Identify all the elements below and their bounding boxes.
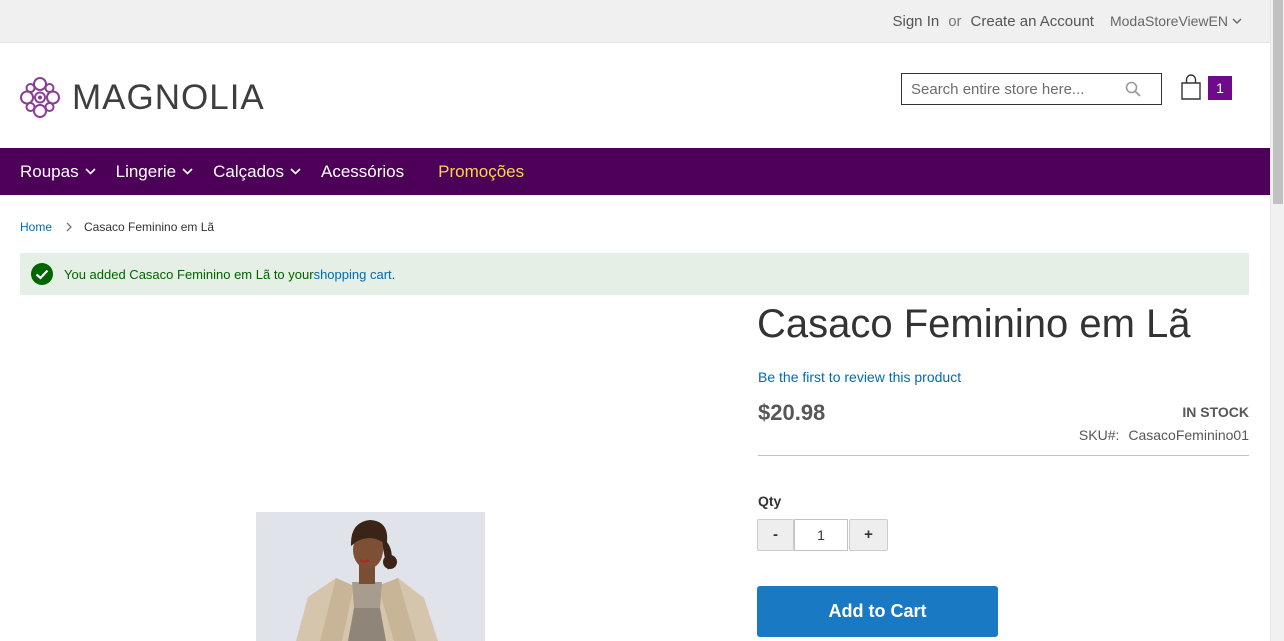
top-bar: Sign In or Create an Account ModaStoreVi… <box>0 0 1270 43</box>
qty-input[interactable] <box>794 519 848 551</box>
breadcrumb: Home Casaco Feminino em Lã <box>20 220 214 234</box>
product-image[interactable] <box>256 512 485 641</box>
nav-item-label: Promoções <box>438 161 525 181</box>
nav-item-roupas[interactable]: Roupas <box>20 162 96 182</box>
divider <box>758 455 1249 456</box>
shopping-bag-icon[interactable] <box>1180 74 1202 100</box>
nav-item-calcados[interactable]: Calçados <box>213 162 301 182</box>
magnolia-logo-icon <box>20 77 60 118</box>
chevron-down-icon <box>85 168 96 175</box>
nav-item-label: Acessórios <box>320 161 405 181</box>
check-circle-icon <box>31 263 53 285</box>
success-message: You added Casaco Feminino em Lã to your … <box>20 253 1249 295</box>
shopping-cart-link[interactable]: shopping cart <box>314 267 392 282</box>
nav-item-label: Roupas <box>20 161 79 181</box>
store-switcher-label: ModaStoreViewEN <box>1109 13 1228 29</box>
qty-label: Qty <box>758 493 782 509</box>
chevron-right-icon <box>66 222 72 232</box>
header-links: Sign In or Create an Account ModaStoreVi… <box>893 0 1243 42</box>
sign-in-link[interactable]: Sign In <box>893 13 940 30</box>
main-navigation: Roupas Lingerie Calçados Acessórios Prom… <box>0 148 1270 195</box>
search-input[interactable] <box>911 74 1121 104</box>
store-switcher[interactable]: ModaStoreViewEN <box>1110 13 1242 29</box>
cart-count-badge[interactable]: 1 <box>1208 76 1232 100</box>
nav-item-label: Lingerie <box>115 161 177 181</box>
chevron-down-icon <box>182 168 193 175</box>
product-price: $20.98 <box>758 400 826 425</box>
nav-item-acessorios[interactable]: Acessórios <box>321 162 404 182</box>
sku-value: CasacoFeminino01 <box>1128 427 1249 443</box>
product-title: Casaco Feminino em Lã <box>757 302 1191 346</box>
success-message-suffix: . <box>391 266 396 282</box>
search-box <box>901 73 1162 105</box>
search-icon[interactable] <box>1125 81 1141 97</box>
sku-label: SKU#: <box>1078 427 1120 443</box>
page-scrollbar[interactable] <box>1270 0 1284 641</box>
or-separator: or <box>948 12 962 30</box>
nav-item-lingerie[interactable]: Lingerie <box>116 162 194 182</box>
logo[interactable]: MAGNOLIA <box>20 76 265 119</box>
breadcrumb-current: Casaco Feminino em Lã <box>84 220 215 234</box>
create-account-link[interactable]: Create an Account <box>971 13 1094 30</box>
chevron-down-icon <box>290 168 301 175</box>
nav-item-promocoes[interactable]: Promoções <box>438 162 524 182</box>
qty-decrease-button[interactable]: - <box>757 519 794 551</box>
scrollbar-thumb[interactable] <box>1273 0 1283 204</box>
review-link[interactable]: Be the first to review this product <box>758 369 961 385</box>
stock-status: IN STOCK <box>1182 404 1249 420</box>
chevron-down-icon <box>1232 18 1242 24</box>
qty-increase-button[interactable]: + <box>849 519 888 551</box>
product-photo <box>256 512 485 641</box>
add-to-cart-button[interactable]: Add to Cart <box>757 586 998 637</box>
nav-item-label: Calçados <box>213 161 284 181</box>
success-message-text: You added Casaco Feminino em Lã to your <box>64 266 314 282</box>
product-sku: SKU#: CasacoFeminino01 <box>1079 427 1249 443</box>
logo-text: MAGNOLIA <box>72 77 265 117</box>
breadcrumb-home-link[interactable]: Home <box>20 220 52 234</box>
